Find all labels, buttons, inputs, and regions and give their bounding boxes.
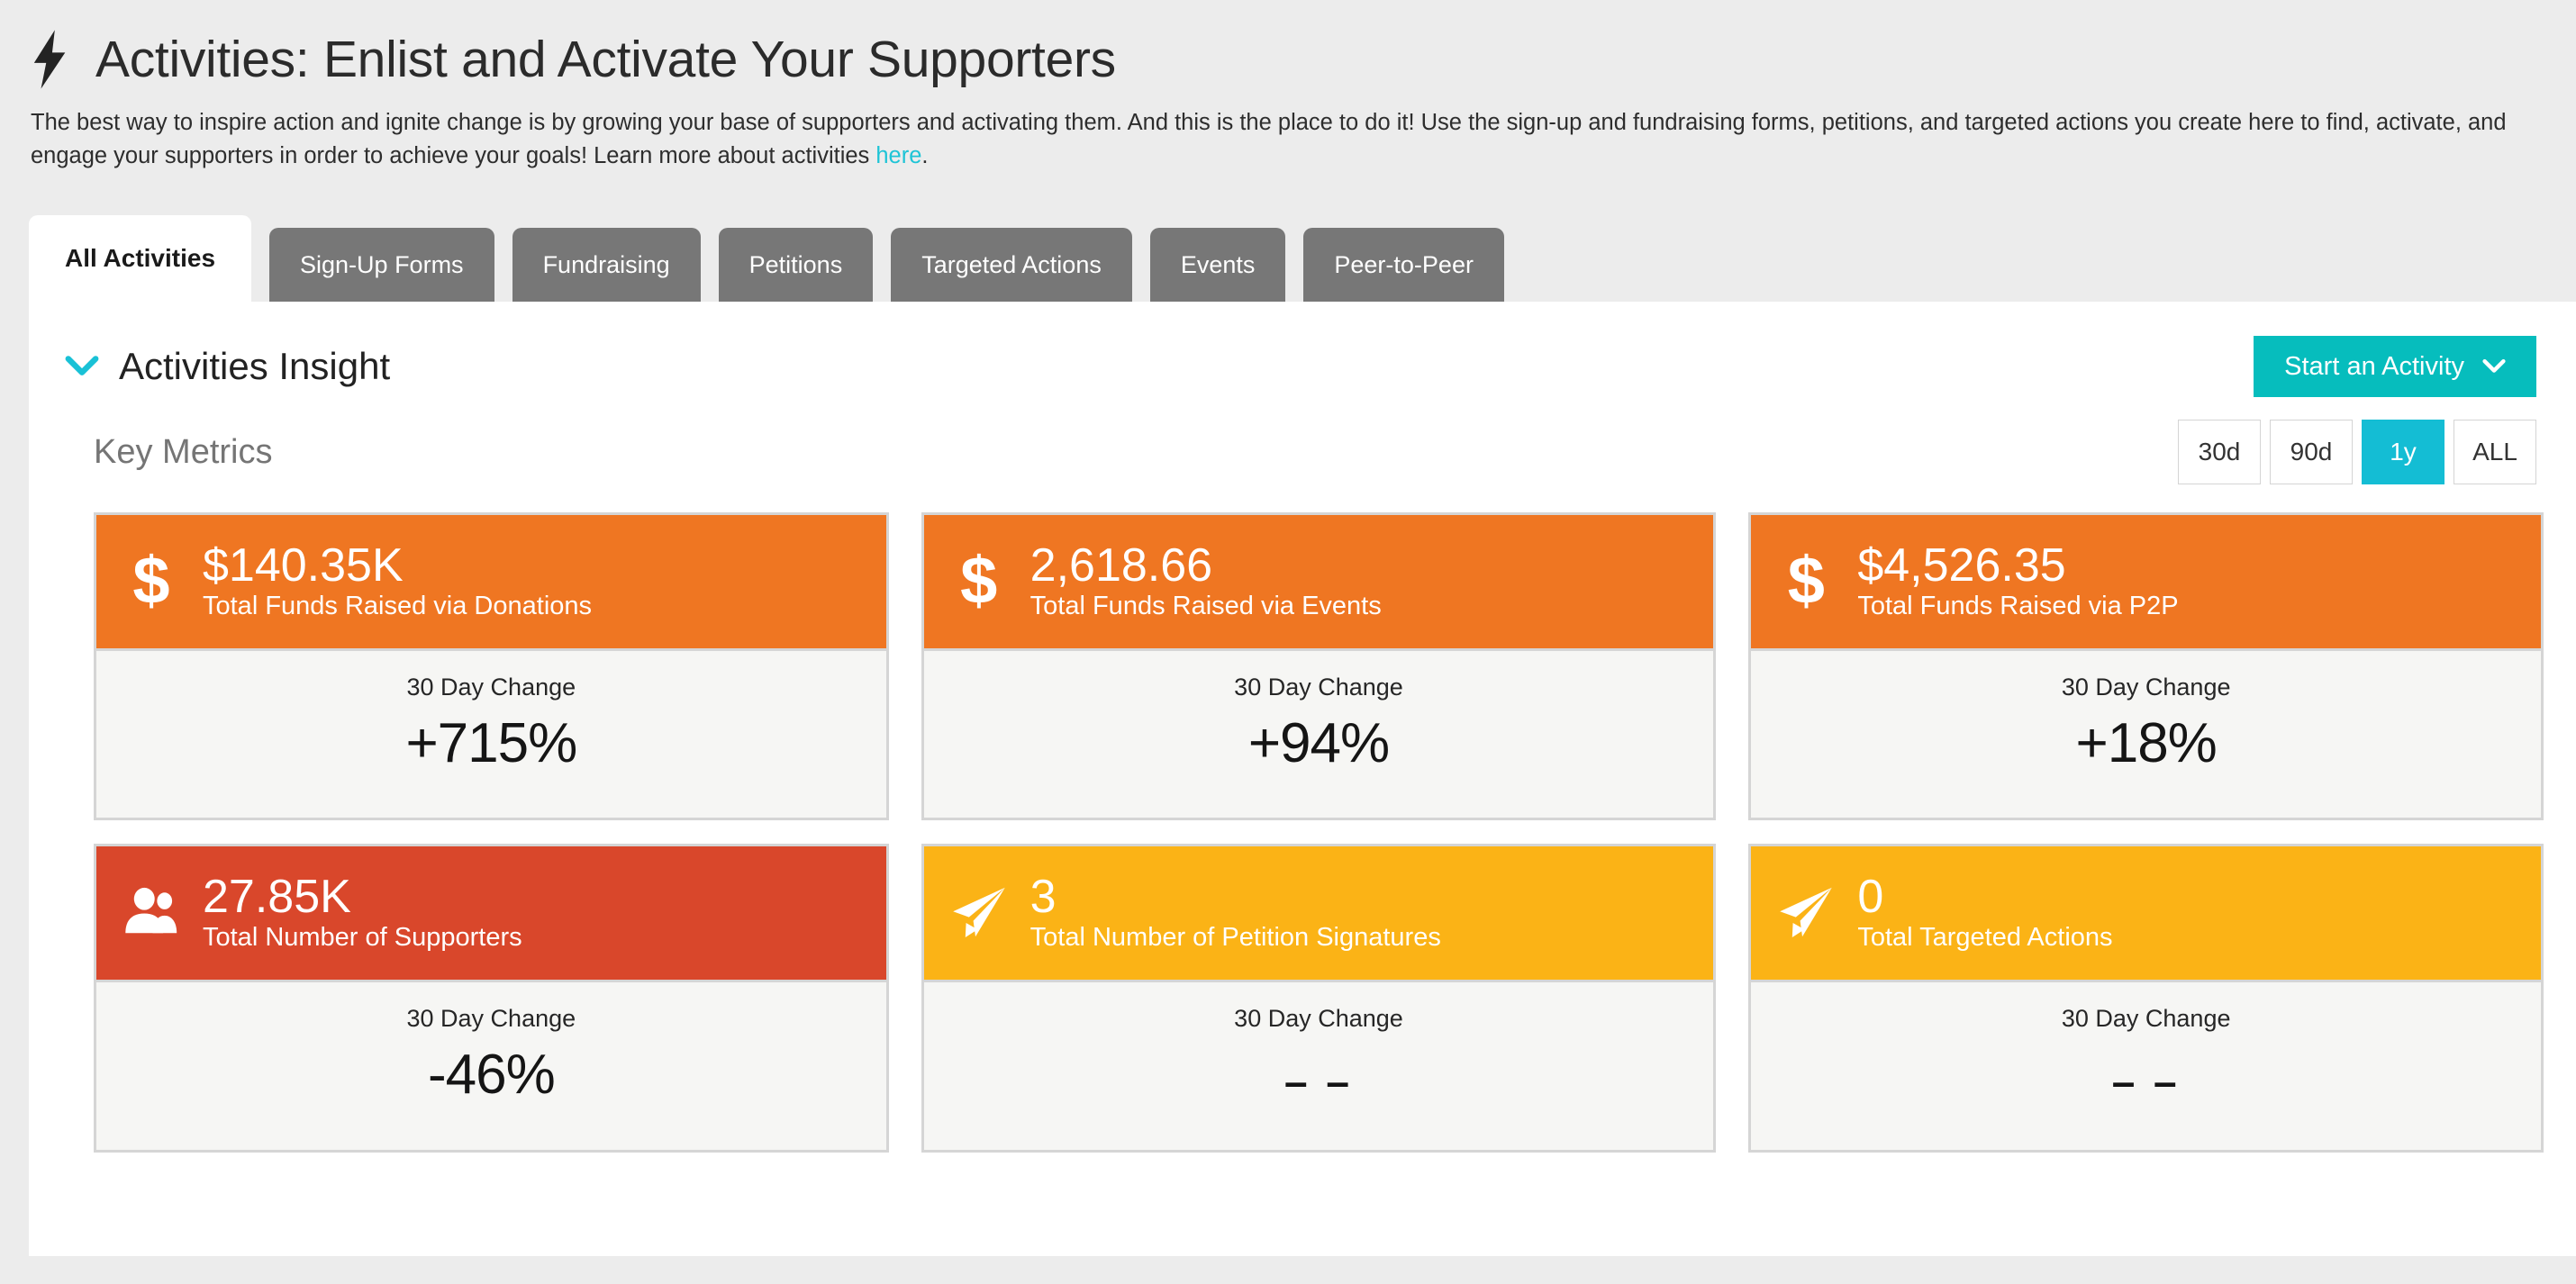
range-button-90d[interactable]: 90d [2270, 420, 2353, 485]
metric-value: 2,618.66 [1029, 539, 1213, 592]
key-metrics-header: Key Metrics 30d 90d 1y ALL [29, 399, 2576, 489]
change-label: 30 Day Change [406, 674, 576, 701]
start-an-activity-button[interactable]: Start an Activity [2254, 336, 2536, 398]
users-icon [122, 877, 181, 947]
metric-card-footer: 30 Day Change – – [923, 980, 1714, 1151]
metric-card-events-funds[interactable]: $ 2,618.66 Total Funds Raised via Events… [921, 512, 1717, 821]
metric-card-petition-signatures[interactable]: 3 Total Number of Petition Signatures 30… [921, 844, 1717, 1153]
change-value: +94% [1247, 712, 1390, 775]
activities-panel: Activities Insight Start an Activity Key… [29, 302, 2576, 1257]
metric-card-donations[interactable]: $ $140.35K Total Funds Raised via Donati… [94, 512, 889, 821]
insight-title: Activities Insight [119, 345, 391, 388]
metric-card-footer: 30 Day Change – – [1751, 980, 2541, 1151]
metric-card-targeted-actions[interactable]: 0 Total Targeted Actions 30 Day Change –… [1748, 844, 2544, 1153]
tab-targeted-actions[interactable]: Targeted Actions [891, 228, 1132, 303]
dollar-icon: $ [132, 543, 170, 619]
intro-text-after: . [921, 142, 929, 168]
metric-label: Total Number of Petition Signatures [1029, 922, 1441, 952]
start-activity-label: Start an Activity [2284, 351, 2464, 381]
metric-card-header: $ $4,526.35 Total Funds Raised via P2P [1751, 515, 2541, 649]
tab-label: Fundraising [542, 250, 670, 278]
paper-plane-icon [949, 877, 1009, 947]
metric-value: $4,526.35 [1857, 539, 2066, 592]
metric-label: Total Number of Supporters [203, 922, 522, 952]
metric-value: 3 [1029, 871, 1057, 924]
activity-tabs: All Activities Sign-Up Forms Fundraising… [0, 215, 2576, 303]
learn-more-link[interactable]: here [875, 143, 921, 168]
range-label: 1y [2390, 438, 2417, 466]
page-header: Activities: Enlist and Activate Your Sup… [0, 0, 2576, 99]
date-range-selector: 30d 90d 1y ALL [2178, 420, 2536, 485]
paper-plane-icon [1776, 877, 1836, 947]
metric-card-header: $ $140.35K Total Funds Raised via Donati… [96, 515, 886, 649]
metric-card-footer: 30 Day Change +94% [923, 648, 1714, 818]
metric-label: Total Targeted Actions [1857, 922, 2113, 952]
change-label: 30 Day Change [406, 1005, 576, 1033]
change-label: 30 Day Change [2061, 674, 2231, 701]
tab-petitions[interactable]: Petitions [718, 228, 874, 303]
change-label: 30 Day Change [1234, 1005, 1403, 1033]
page-title: Activities: Enlist and Activate Your Sup… [95, 30, 1116, 88]
metric-label: Total Funds Raised via Donations [203, 591, 593, 620]
intro-text-before: The best way to inspire action and ignit… [31, 110, 2507, 168]
change-value: -46% [427, 1044, 556, 1107]
intro-paragraph: The best way to inspire action and ignit… [0, 99, 2549, 172]
range-button-1y[interactable]: 1y [2362, 420, 2444, 485]
change-value: – – [1284, 1058, 1353, 1106]
change-value: – – [2111, 1058, 2181, 1106]
metric-card-grid: $ $140.35K Total Funds Raised via Donati… [29, 489, 2576, 1153]
tab-label: Targeted Actions [921, 250, 1102, 278]
chevron-down-icon[interactable] [65, 355, 99, 378]
metric-value: 27.85K [203, 871, 351, 924]
metric-card-header: $ 2,618.66 Total Funds Raised via Events [923, 515, 1714, 649]
tab-fundraising[interactable]: Fundraising [512, 228, 701, 303]
change-label: 30 Day Change [1234, 674, 1403, 701]
tab-all-activities[interactable]: All Activities [29, 215, 252, 303]
insight-title-group[interactable]: Activities Insight [65, 348, 390, 385]
metric-card-footer: 30 Day Change +18% [1751, 648, 2541, 818]
range-label: 90d [2290, 438, 2333, 466]
chevron-down-icon [2482, 359, 2506, 374]
metric-card-supporters[interactable]: 27.85K Total Number of Supporters 30 Day… [94, 844, 889, 1153]
metric-card-footer: 30 Day Change +715% [96, 648, 886, 818]
key-metrics-label: Key Metrics [94, 432, 273, 471]
metric-card-header: 3 Total Number of Petition Signatures [923, 846, 1714, 981]
metric-label: Total Funds Raised via P2P [1857, 591, 2179, 620]
change-label: 30 Day Change [2061, 1005, 2231, 1033]
tab-label: Events [1180, 250, 1256, 278]
tab-label: All Activities [65, 244, 216, 273]
change-value: +715% [405, 712, 577, 775]
metric-card-header: 27.85K Total Number of Supporters [96, 846, 886, 981]
metric-label: Total Funds Raised via Events [1029, 591, 1382, 620]
tab-peer-to-peer[interactable]: Peer-to-Peer [1303, 228, 1504, 303]
change-value: +18% [2075, 712, 2218, 775]
tab-label: Petitions [748, 250, 843, 278]
range-label: 30d [2198, 438, 2241, 466]
dollar-icon: $ [1787, 543, 1825, 619]
metric-value: 0 [1857, 871, 1884, 924]
tab-label: Sign-Up Forms [300, 250, 464, 278]
tab-label: Peer-to-Peer [1334, 250, 1474, 278]
metric-card-header: 0 Total Targeted Actions [1751, 846, 2541, 981]
tab-events[interactable]: Events [1149, 228, 1286, 303]
activities-page: Activities: Enlist and Activate Your Sup… [0, 0, 2576, 1284]
dollar-icon: $ [960, 543, 998, 619]
tab-sign-up-forms[interactable]: Sign-Up Forms [269, 228, 494, 303]
range-button-30d[interactable]: 30d [2178, 420, 2261, 485]
metric-value: $140.35K [203, 539, 404, 592]
range-button-all[interactable]: ALL [2454, 420, 2536, 485]
metric-card-p2p-funds[interactable]: $ $4,526.35 Total Funds Raised via P2P 3… [1748, 512, 2544, 821]
insight-header: Activities Insight Start an Activity [29, 302, 2576, 399]
range-label: ALL [2472, 438, 2517, 466]
metric-card-footer: 30 Day Change -46% [96, 980, 886, 1150]
bolt-icon [33, 30, 66, 89]
